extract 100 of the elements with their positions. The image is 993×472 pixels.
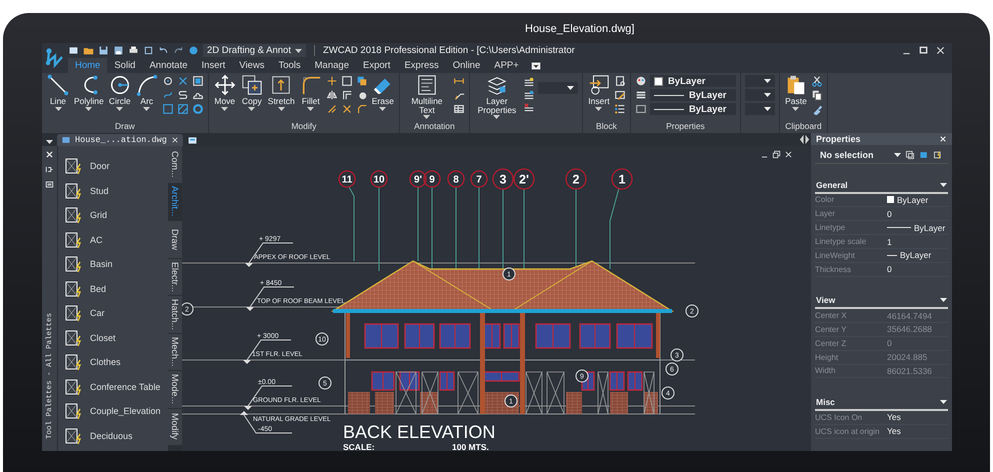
stretch-button[interactable]: Stretch [266, 74, 296, 110]
offset-icon[interactable] [340, 89, 353, 101]
ribbon-tab[interactable]: Tools [271, 58, 308, 73]
palette-item[interactable]: Bed [64, 276, 168, 301]
trim-icon[interactable] [326, 75, 338, 87]
hatch-icon[interactable] [176, 103, 189, 115]
palette-item[interactable]: Basin [64, 252, 168, 276]
match-properties-icon[interactable] [810, 103, 823, 115]
print-icon[interactable] [128, 45, 139, 56]
mirror-icon[interactable] [326, 89, 338, 101]
ribbon-tab[interactable]: Solid [107, 58, 142, 73]
scale-icon[interactable] [326, 103, 338, 115]
fillet-button[interactable]: Fillet [298, 74, 323, 110]
block-create-icon[interactable] [614, 75, 626, 87]
toggle-pickadd-icon[interactable] [933, 150, 943, 160]
palette-item[interactable]: Conference Table [64, 374, 168, 399]
circle-dot-icon[interactable] [162, 75, 174, 87]
palette-item[interactable]: AC [64, 228, 168, 252]
dropdown[interactable] [744, 89, 775, 101]
redo-icon[interactable] [173, 45, 184, 56]
layer-dropdown[interactable] [538, 82, 578, 94]
menu-icon[interactable] [45, 180, 54, 189]
rotate-icon[interactable] [356, 75, 368, 87]
globe-icon[interactable] [188, 45, 199, 56]
donut-icon[interactable] [192, 103, 204, 115]
dropdown[interactable] [744, 75, 775, 87]
arc-button[interactable]: Arc [134, 74, 159, 110]
palette-item[interactable]: Closet [64, 326, 168, 350]
line-button[interactable]: Line [46, 74, 70, 110]
app-logo-icon[interactable] [45, 47, 65, 69]
ribbon-tab[interactable]: Insert [194, 58, 232, 73]
pin-icon[interactable] [45, 165, 54, 174]
collapse-caret-icon[interactable] [940, 298, 947, 302]
ribbon-tab[interactable]: Manage [308, 58, 356, 73]
undo-icon[interactable] [158, 45, 169, 56]
palette-tab[interactable]: Electr... [168, 258, 182, 295]
palette-tab[interactable]: Mode... [168, 371, 182, 408]
workspace-dropdown[interactable]: 2D Drafting & Annot [203, 44, 306, 57]
new-file-icon[interactable] [68, 45, 79, 56]
color-icon[interactable] [634, 75, 647, 87]
layer-delete-icon[interactable] [522, 102, 535, 114]
palette-item[interactable]: Car [64, 301, 168, 326]
point-icon[interactable] [176, 75, 189, 87]
new-tab-icon[interactable] [186, 135, 198, 146]
palette-item[interactable]: Door [64, 154, 168, 178]
linetype-dropdown[interactable]: ByLayer [650, 89, 736, 101]
dropdown[interactable] [744, 103, 775, 115]
ribbon-tab[interactable]: Express [397, 58, 446, 73]
copy-clip-icon[interactable] [810, 89, 823, 101]
select-objects-icon[interactable] [905, 150, 915, 160]
palette-item[interactable]: Deciduous [64, 424, 168, 448]
close-icon[interactable] [784, 150, 793, 159]
ribbon-tab[interactable]: Export [356, 58, 398, 73]
lineweight-dropdown[interactable]: ByLayer [650, 103, 736, 115]
document-tab[interactable]: House_...ation.dwg [57, 134, 183, 146]
rectangle-icon[interactable] [162, 103, 174, 115]
circle-button[interactable]: Circle [108, 74, 132, 110]
explode-icon[interactable] [340, 103, 353, 115]
maximize-icon[interactable] [918, 45, 929, 56]
ribbon-tab[interactable]: Views [232, 58, 272, 73]
close-icon[interactable] [45, 150, 54, 159]
ribbon-tab[interactable]: APP+ [487, 58, 526, 73]
table-icon[interactable] [452, 103, 465, 115]
linetype-icon[interactable] [634, 89, 647, 101]
palette-tab[interactable]: Mech... [168, 334, 182, 370]
ribbon-tab[interactable]: Online [446, 58, 488, 73]
palette-tab[interactable]: Draw [168, 221, 182, 258]
palette-item[interactable]: Grid [64, 203, 168, 228]
palette-tab[interactable]: Com... [168, 146, 182, 182]
palette-item[interactable]: Couple_Elevation [64, 399, 168, 424]
erase-button[interactable]: Erase [370, 74, 395, 110]
restore-icon[interactable] [772, 150, 781, 159]
layer-isolate-icon[interactable] [522, 89, 535, 101]
palette-tab[interactable]: Hatch... [168, 296, 182, 332]
quick-select-icon[interactable] [919, 150, 929, 160]
revision-spline-icon[interactable] [176, 89, 189, 101]
block-edit-icon[interactable] [614, 89, 626, 101]
layer-state-icon[interactable] [522, 76, 535, 88]
ribbon-menu-icon[interactable] [530, 60, 542, 72]
ribbon-tab[interactable]: Home [68, 58, 108, 73]
multiline-text-button[interactable]: Multiline Text [404, 74, 450, 119]
cut-icon[interactable] [810, 75, 823, 87]
layer-properties-button[interactable]: Layer Properties [474, 74, 520, 119]
close-icon[interactable] [939, 134, 947, 143]
chamfer-icon[interactable] [356, 103, 368, 115]
close-icon[interactable] [170, 136, 179, 144]
region-icon[interactable] [192, 75, 204, 87]
collapse-caret-icon[interactable] [940, 182, 947, 187]
color-dropdown[interactable]: ByLayer [650, 75, 736, 87]
drawing-file-icon[interactable] [61, 135, 71, 145]
insert-button[interactable]: Insert [586, 74, 611, 110]
paste-button[interactable]: Paste [784, 74, 808, 110]
folder-icon[interactable] [83, 45, 94, 56]
move-button[interactable]: Move [212, 74, 237, 110]
ribbon-tab[interactable]: Annotate [142, 58, 195, 73]
collapse-caret-icon[interactable] [940, 400, 947, 404]
palette-tab[interactable]: Modify [168, 408, 182, 445]
close-icon[interactable] [935, 45, 946, 56]
palette-item[interactable]: Clothes [64, 350, 168, 374]
save-as-icon[interactable] [113, 45, 124, 56]
